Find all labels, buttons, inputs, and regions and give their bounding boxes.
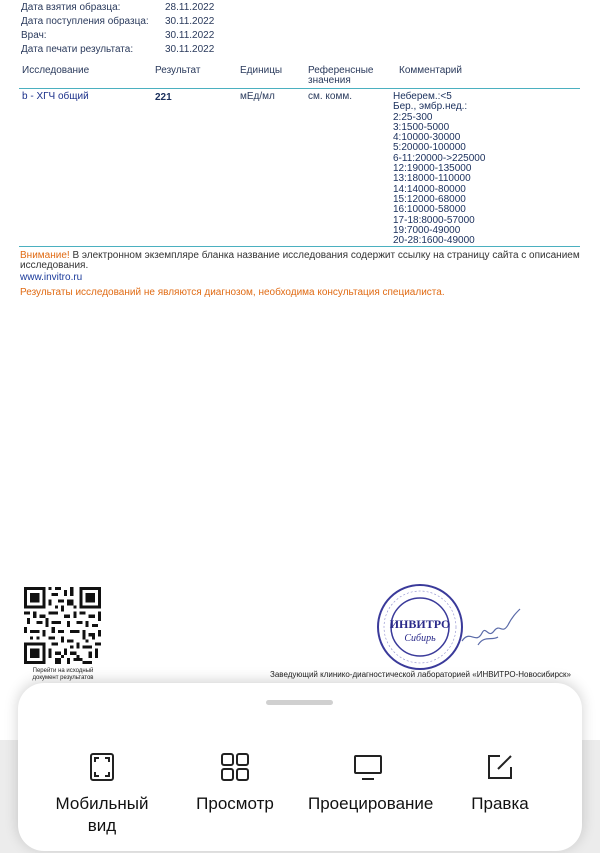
preview-grid-icon: [221, 753, 249, 781]
header-comment: Комментарий: [399, 65, 462, 76]
signer-title: Заведующий клинико-диагностической лабор…: [270, 670, 571, 679]
meta-value: 30.11.2022: [165, 16, 215, 27]
result-value: 221: [155, 92, 172, 103]
preview-button[interactable]: Просмотр: [175, 751, 295, 815]
projection-label: Проецирование: [308, 794, 434, 813]
company-stamp-icon: ИНВИТРО Сибирь: [377, 584, 463, 670]
meta-value: 28.11.2022: [165, 2, 215, 13]
test-link[interactable]: b - ХГЧ общий: [22, 92, 89, 102]
header-result: Результат: [155, 65, 201, 76]
meta-label: Дата взятия образца:: [21, 2, 121, 13]
signature-icon: [461, 608, 521, 646]
edit-button[interactable]: Правка: [440, 751, 560, 815]
units-value: мЕд/мл: [240, 91, 275, 102]
preview-label: Просмотр: [196, 794, 274, 813]
qr-caption: Перейти на исходный документ результатов: [32, 668, 94, 681]
notice-text: Внимание! В электронном экземпляре бланк…: [20, 251, 585, 271]
mobile-view-icon: [90, 753, 114, 781]
header-units: Единицы: [240, 65, 283, 76]
meta-value: 30.11.2022: [165, 44, 215, 55]
stamp-region: Сибирь: [404, 633, 436, 644]
comment-line: 20-28:1600-49000: [393, 235, 475, 247]
table-top-divider: [19, 88, 580, 89]
comment-block: Неберем.:<5 Бер., эмбр.нед.: 2:25-300 3:…: [393, 91, 485, 247]
qr-code-icon[interactable]: [24, 587, 101, 664]
edit-label: Правка: [471, 794, 529, 813]
bottom-sheet: Мобильный вид Просмотр Проецирование Пра…: [18, 683, 582, 851]
header-test: Исследование: [22, 65, 90, 76]
mobile-view-label: Мобильный вид: [55, 794, 149, 835]
edit-icon: [488, 755, 512, 779]
disclaimer-text: Результаты исследований не являются диаг…: [20, 287, 445, 298]
reference-value: см. комм.: [308, 91, 353, 102]
mobile-view-button[interactable]: Мобильный вид: [42, 751, 162, 837]
monitor-icon: [354, 755, 382, 780]
drag-handle[interactable]: [266, 700, 333, 705]
meta-label: Врач:: [21, 30, 47, 41]
invitro-link[interactable]: www.invitro.ru: [20, 272, 82, 283]
meta-value: 30.11.2022: [165, 30, 215, 41]
table-bottom-divider: [19, 246, 580, 247]
meta-label: Дата поступления образца:: [21, 16, 149, 27]
stamp-brand: ИНВИТРО: [390, 617, 451, 631]
projection-button[interactable]: Проецирование: [308, 751, 434, 815]
notice-body: В электронном экземпляре бланка название…: [20, 250, 580, 271]
meta-label: Дата печати результата:: [21, 44, 134, 55]
header-ref-line2: значения: [308, 75, 351, 86]
